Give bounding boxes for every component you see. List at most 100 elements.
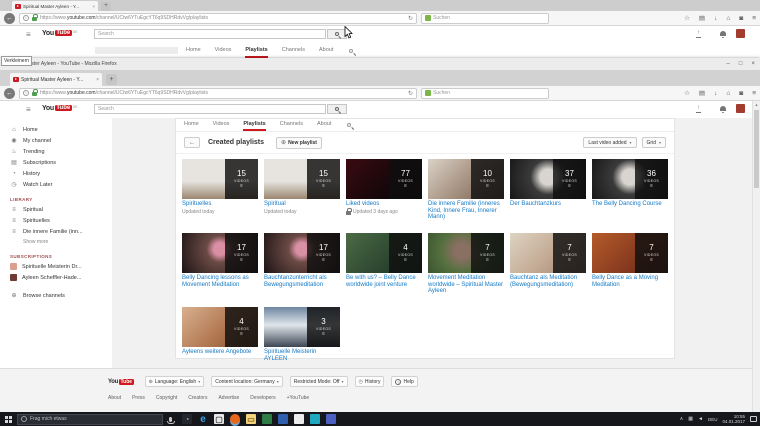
playlist-title[interactable]: Ayleens weitere Angebote [182,349,258,356]
volume-icon[interactable]: ◄ [698,416,703,422]
playlist-thumbnail[interactable]: 15 VIDEOS ≡ [264,159,340,199]
sidebar-item-spirituelles[interactable]: ≡ Spirituelles [0,215,112,226]
playlist-tile[interactable]: 17 VIDEOS ≡ Bauchtanzunterricht als Bewe… [264,233,340,296]
upload-icon[interactable]: ↑ [696,105,701,113]
youtube-search-input[interactable]: Search [94,29,326,39]
browser-tab[interactable]: Spiritual Master Ayleen - Y... × [12,1,98,11]
youtube-search-input[interactable]: Search [94,104,326,114]
avatar[interactable] [736,29,745,38]
tab-playlists[interactable]: Playlists [243,119,265,131]
history-button[interactable]: ◷ ? History ▾ [355,376,385,387]
tab-close-icon[interactable]: × [96,77,99,83]
playlist-title[interactable]: Bauchtanz als Meditation (Bewegungsmedit… [510,275,586,288]
playlist-tile[interactable]: 7 VIDEOS ≡ Bauchtanz als Meditation (Bew… [510,233,586,296]
playlist-thumbnail[interactable]: 4 VIDEOS ≡ [182,307,258,347]
tab-about[interactable]: About [319,43,333,58]
file-explorer-icon[interactable]: ▭ [246,414,256,424]
sidebar-item-my-channel[interactable]: ◉ My channel [0,135,112,146]
guide-menu-icon[interactable]: ≡ [26,105,31,114]
tab-home[interactable]: Home [184,119,199,131]
browser-search-box[interactable]: Suchen [421,13,549,24]
sidebar-item-browse-channels[interactable]: ⊕ Browse channels [0,290,112,301]
playlist-tile[interactable]: 15 VIDEOS ≡ Spirituelles Updated today [182,159,258,215]
firefox-icon[interactable] [230,414,240,424]
sidebar-item-die-innere-familie[interactable]: ≡ Die innere Familie (inn... [0,226,112,237]
content-location-button[interactable]: ? Content location: Germany ▾ [211,376,283,387]
downloads-icon[interactable]: ↓ [714,15,717,22]
new-tab-button[interactable]: + [106,74,117,85]
new-tab-button[interactable]: + [101,2,111,11]
page-info-icon[interactable]: i [23,90,29,96]
sidebar-item-spirituelle-meisterin[interactable]: Spirituelle Meisterin Dr... [0,261,112,272]
playlist-title[interactable]: Die innere Familie (inneres Kind, Innere… [428,201,504,221]
playlist-thumbnail[interactable]: 4 VIDEOS ≡ [346,233,422,273]
sidebar-item-history[interactable]: ◔ History [0,168,112,179]
playlist-thumbnail[interactable]: 7 VIDEOS ≡ [428,233,504,273]
playlist-title[interactable]: Bauchtanzunterricht als Bewegungsmeditat… [264,275,340,288]
youtube-logo[interactable]: YouTubeDE [42,30,78,37]
url-bar[interactable]: i https://www.youtube.com/channel/UCtw6Y… [19,13,417,24]
playlist-tile[interactable]: 4 VIDEOS ≡ Ayleens weitere Angebote [182,307,258,363]
menu-icon[interactable]: ≡ [752,15,756,22]
reload-icon[interactable]: ↻ [408,15,413,22]
back-button[interactable]: ← [4,88,15,99]
footer-link-plus-youtube[interactable]: +YouTube [287,395,310,401]
home-icon[interactable]: ⌂ [726,90,730,97]
restricted-mode-button[interactable]: ? Restricted Mode: Off ▾ [290,376,348,387]
home-icon[interactable]: ⌂ [726,15,730,22]
window-title-bar[interactable]: Spiritual Master Ayleen - YouTube - Mozi… [0,58,760,70]
playlist-thumbnail[interactable]: 17 VIDEOS ≡ [264,233,340,273]
sidebar-item-subscriptions[interactable]: ▤ Subscriptions [0,157,112,168]
playlist-thumbnail[interactable]: 17 VIDEOS ≡ [182,233,258,273]
channel-search-icon[interactable] [349,49,353,53]
tab-channels[interactable]: Channels [280,119,303,131]
playlist-thumbnail[interactable]: 15 VIDEOS ≡ [182,159,258,199]
clock[interactable]: 10:55 04.01.2017 [722,414,745,424]
back-button[interactable]: ← [4,13,15,24]
tab-channels[interactable]: Channels [282,43,305,58]
sidebar-item-home[interactable]: ⌂ Home [0,124,112,135]
cortana-search-box[interactable]: Frag mich etwas [17,414,163,425]
playlist-title[interactable]: Belly Dance as a Moving Meditation [592,275,668,288]
action-center-icon[interactable] [750,416,757,422]
playlist-title[interactable]: Liked videos [346,201,422,208]
avatar[interactable] [736,104,745,113]
cortana-icon[interactable]: ◔ [182,414,192,424]
reload-icon[interactable]: ↻ [408,90,413,97]
playlist-title[interactable]: Spirituelle Meisterin AYLEEN [264,349,340,362]
bookmark-star-icon[interactable]: ☆ [684,89,690,97]
tray-expand-icon[interactable]: ∧ [680,416,684,422]
playlist-tile[interactable]: 36 VIDEOS ≡ The Belly Dancing Course [592,159,668,215]
playlist-thumbnail[interactable]: 3 VIDEOS ≡ [264,307,340,347]
playlist-tile[interactable]: 3 VIDEOS ≡ Spirituelle Meisterin AYLEEN [264,307,340,370]
footer-link-copyright[interactable]: Copyright [156,395,177,401]
notifications-bell-icon[interactable] [720,31,726,36]
pocket-icon[interactable]: ◙ [739,90,743,97]
bookmark-star-icon[interactable]: ☆ [684,14,690,22]
playlist-tile[interactable]: 4 VIDEOS ≡ Be with us? – Belly Dance wor… [346,233,422,296]
store-icon[interactable]: ▢ [214,414,224,424]
playlist-tile[interactable]: 7 VIDEOS ≡ Belly Dance as a Moving Medit… [592,233,668,296]
playlist-thumbnail[interactable]: 77 VIDEOS ≡ [346,159,422,199]
sidebar-item-spiritual[interactable]: ≡ Spiritual [0,204,112,215]
microphone-icon[interactable] [169,417,172,422]
guide-menu-icon[interactable]: ≡ [26,30,31,39]
channel-search-icon[interactable] [347,123,351,127]
playlist-tile[interactable]: 10 VIDEOS ≡ Die innere Familie (inneres … [428,159,504,228]
playlist-title[interactable]: Be with us? – Belly Dance worldwide join… [346,275,422,288]
library-icon[interactable]: ▤ [699,14,705,22]
playlist-title[interactable]: Movement Meditation worldwide – Spiritua… [428,275,504,295]
playlist-tile[interactable]: 37 VIDEOS ≡ Der Bauchtanzkurs [510,159,586,215]
playlist-thumbnail[interactable]: 10 VIDEOS ≡ [428,159,504,199]
network-icon[interactable]: ▦ [688,416,693,422]
page-info-icon[interactable]: i [23,15,29,21]
sort-dropdown[interactable]: Last video added▾ [583,137,636,148]
library-icon[interactable]: ▤ [699,89,705,97]
upload-icon[interactable]: ↑ [696,30,701,38]
playlist-thumbnail[interactable]: 36 VIDEOS ≡ [592,159,668,199]
sidebar-item-trending[interactable]: ♨ Trending [0,146,112,157]
language-button[interactable]: ⊕ ? Language: English ▾ [145,376,205,387]
footer-link-about[interactable]: About [108,395,121,401]
maximize-button[interactable]: □ [739,61,743,67]
url-bar[interactable]: i https://www.youtube.com/channel/UCtw6Y… [19,88,417,99]
